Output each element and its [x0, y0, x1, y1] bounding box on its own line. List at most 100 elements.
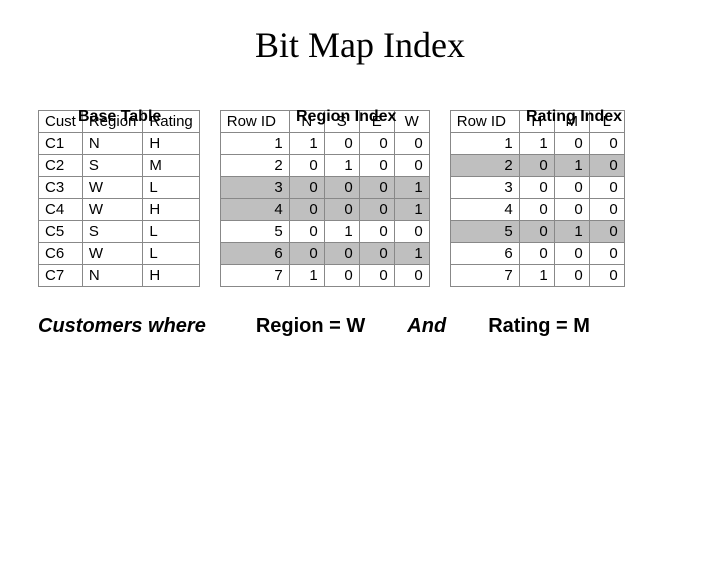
table-cell: C4: [39, 199, 83, 221]
table-row: 2010: [450, 155, 624, 177]
table-cell: 5: [450, 221, 519, 243]
table-cell: 0: [589, 243, 624, 265]
table-cell: 0: [589, 133, 624, 155]
table-cell: 0: [589, 155, 624, 177]
table-row: 50100: [220, 221, 429, 243]
table-cell: 0: [589, 177, 624, 199]
table-cell: 1: [324, 155, 359, 177]
table-row: 6000: [450, 243, 624, 265]
base-table: CustRegionRatingC1NHC2SMC3WLC4WHC5SLC6WL…: [38, 110, 200, 287]
table-cell: 0: [554, 265, 589, 287]
table-row: 30001: [220, 177, 429, 199]
table-cell: 0: [359, 155, 394, 177]
table-row: C3WL: [39, 177, 200, 199]
table-cell: 1: [289, 265, 324, 287]
table-row: 3000: [450, 177, 624, 199]
table-cell: 0: [394, 155, 429, 177]
table-cell: 5: [220, 221, 289, 243]
page-title: Bit Map Index: [0, 24, 720, 66]
table-cell: 0: [324, 177, 359, 199]
table-row: C7NH: [39, 265, 200, 287]
base-table-label: Base Table: [78, 108, 161, 126]
table-cell: 3: [450, 177, 519, 199]
table-cell: 0: [519, 221, 554, 243]
region-condition: Region = W: [256, 315, 365, 338]
table-row: 71000: [220, 265, 429, 287]
table-cell: 2: [450, 155, 519, 177]
table-cell: H: [143, 133, 199, 155]
table-row: C5SL: [39, 221, 200, 243]
table-header: Cust: [39, 111, 83, 133]
table-cell: 7: [450, 265, 519, 287]
table-cell: 0: [394, 265, 429, 287]
table-row: C6WL: [39, 243, 200, 265]
table-cell: C2: [39, 155, 83, 177]
table-cell: S: [82, 155, 143, 177]
table-cell: 0: [324, 199, 359, 221]
table-row: 60001: [220, 243, 429, 265]
table-row: 1100: [450, 133, 624, 155]
rating-index-table: Row IDHML1100201030004000501060007100: [450, 110, 625, 287]
region-index-label: Region Index: [296, 108, 396, 126]
table-cell: 2: [220, 155, 289, 177]
table-row: 40001: [220, 199, 429, 221]
table-row: C1NH: [39, 133, 200, 155]
table-cell: C6: [39, 243, 83, 265]
table-cell: L: [143, 221, 199, 243]
table-cell: 0: [359, 265, 394, 287]
table-row: C2SM: [39, 155, 200, 177]
table-cell: 0: [324, 265, 359, 287]
table-cell: 1: [394, 243, 429, 265]
table-cell: 0: [289, 243, 324, 265]
table-cell: 6: [220, 243, 289, 265]
table-cell: 1: [394, 177, 429, 199]
and-label: And: [407, 315, 446, 338]
table-cell: 0: [519, 243, 554, 265]
table-cell: H: [143, 265, 199, 287]
table-cell: 1: [554, 155, 589, 177]
table-cell: W: [82, 177, 143, 199]
table-cell: 1: [289, 133, 324, 155]
table-cell: N: [82, 133, 143, 155]
table-row: 7100: [450, 265, 624, 287]
rating-condition: Rating = M: [488, 315, 590, 338]
table-row: 4000: [450, 199, 624, 221]
table-cell: 0: [289, 177, 324, 199]
region-index-table: Row IDNSEW110002010030001400015010060001…: [220, 110, 430, 287]
table-cell: 0: [554, 133, 589, 155]
table-cell: 1: [220, 133, 289, 155]
table-header: Row ID: [220, 111, 289, 133]
table-cell: 0: [359, 243, 394, 265]
table-cell: 0: [324, 133, 359, 155]
table-cell: 1: [324, 221, 359, 243]
table-cell: H: [143, 199, 199, 221]
table-row: 11000: [220, 133, 429, 155]
table-cell: 1: [519, 265, 554, 287]
table-cell: 0: [359, 177, 394, 199]
table-cell: 0: [519, 199, 554, 221]
table-cell: 3: [220, 177, 289, 199]
table-row: C4WH: [39, 199, 200, 221]
table-cell: 0: [359, 133, 394, 155]
rating-index-label: Rating Index: [526, 108, 622, 126]
table-cell: S: [82, 221, 143, 243]
table-cell: C5: [39, 221, 83, 243]
table-cell: 0: [589, 221, 624, 243]
table-cell: 0: [519, 177, 554, 199]
table-cell: 1: [394, 199, 429, 221]
table-cell: 0: [589, 199, 624, 221]
table-cell: 1: [554, 221, 589, 243]
tables-row: CustRegionRatingC1NHC2SMC3WLC4WHC5SLC6WL…: [38, 110, 720, 287]
table-cell: W: [82, 199, 143, 221]
table-cell: 0: [554, 177, 589, 199]
table-cell: L: [143, 243, 199, 265]
table-cell: 1: [450, 133, 519, 155]
table-row: 5010: [450, 221, 624, 243]
table-cell: 0: [324, 243, 359, 265]
table-cell: 1: [519, 133, 554, 155]
table-cell: 4: [450, 199, 519, 221]
table-row: 20100: [220, 155, 429, 177]
table-cell: 0: [554, 199, 589, 221]
table-cell: 0: [289, 199, 324, 221]
table-cell: W: [82, 243, 143, 265]
